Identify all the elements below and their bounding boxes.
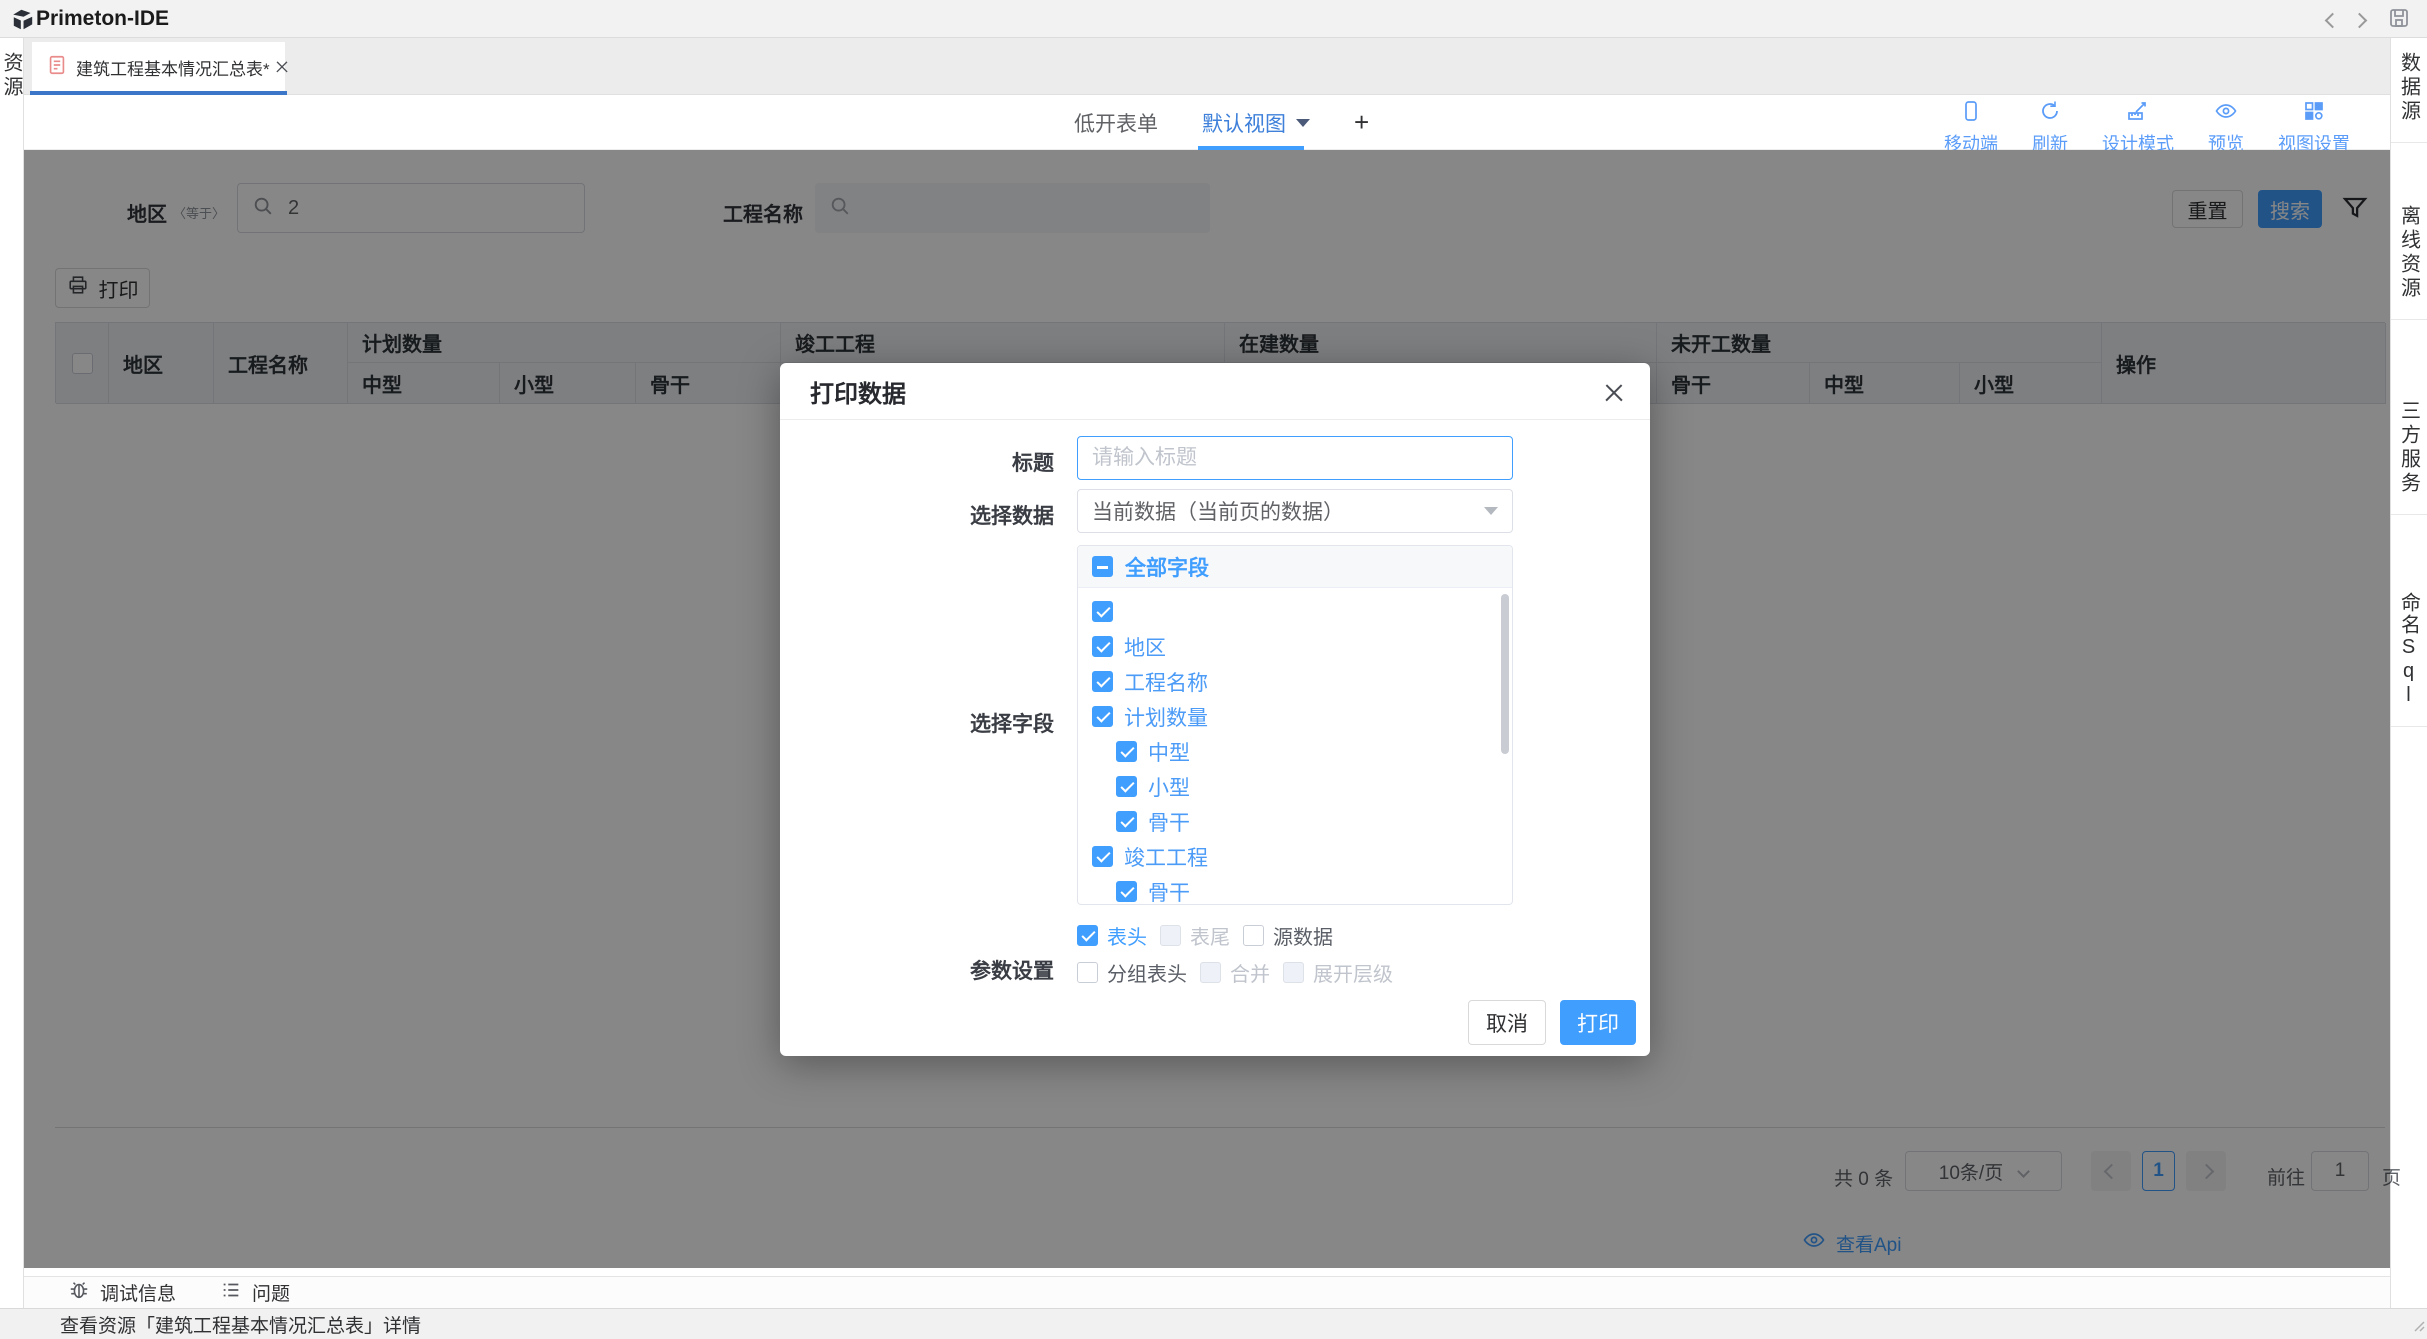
select-caret-icon xyxy=(1484,507,1498,515)
data-select-value: 当前数据（当前页的数据） xyxy=(1092,496,1344,526)
title-input[interactable] xyxy=(1077,436,1513,480)
window-nav xyxy=(2327,6,2411,35)
rail-item-third-party-services[interactable]: 三方服务 xyxy=(2391,386,2427,515)
field-checkbox[interactable] xyxy=(1116,776,1137,797)
mobile-icon xyxy=(1959,99,1983,128)
list-icon xyxy=(220,1279,242,1307)
app-logo-icon xyxy=(10,7,36,38)
data-select-label: 选择数据 xyxy=(894,500,1054,530)
dialog-close-icon[interactable] xyxy=(1602,381,1626,405)
bottom-panel-bar: 调试信息 问题 xyxy=(24,1276,2390,1308)
field-item[interactable]: 小型 xyxy=(1078,769,1512,804)
params-label: 参数设置 xyxy=(894,955,1054,985)
app-window: Primeton-IDE 建筑工程基本情况汇总表* 低开表单 默认视图 xyxy=(0,0,2427,1339)
param-source-data[interactable]: 源数据 xyxy=(1243,921,1333,950)
save-icon[interactable] xyxy=(2387,6,2411,35)
report-doc-icon xyxy=(46,54,68,81)
nav-back-icon[interactable] xyxy=(2325,13,2341,29)
param-merge[interactable]: 合并 xyxy=(1200,958,1270,987)
params-row-1: 表头 表尾 源数据 xyxy=(1077,921,1333,950)
title-bar: Primeton-IDE xyxy=(0,0,2427,38)
field-item[interactable]: 骨干 xyxy=(1078,874,1512,909)
field-item[interactable]: 计划数量 xyxy=(1078,699,1512,734)
all-fields-checkbox[interactable] xyxy=(1092,556,1113,577)
right-rail: 数据源 离线资源 三方服务 命名Sql xyxy=(2390,38,2427,1308)
left-rail: 资源 xyxy=(0,38,24,1308)
field-checkbox[interactable] xyxy=(1116,811,1137,832)
view-tab-underline xyxy=(1198,146,1304,150)
print-data-dialog: 打印数据 标题 选择数据 当前数据（当前页的数据） 选择字段 全部字段 地区 工… xyxy=(780,363,1650,1056)
param-footer[interactable]: 表尾 xyxy=(1160,921,1230,950)
confirm-print-button[interactable]: 打印 xyxy=(1560,1000,1636,1045)
view-tab-lowcode-form[interactable]: 低开表单 xyxy=(1074,108,1158,138)
params-row-2: 分组表头 合并 展开层级 xyxy=(1077,958,1393,987)
param-checkbox[interactable] xyxy=(1077,962,1098,983)
status-text: 查看资源「建筑工程基本情况汇总表」详情 xyxy=(60,1311,421,1338)
param-checkbox[interactable] xyxy=(1200,962,1221,983)
rail-item-named-sql[interactable]: 命名Sql xyxy=(2391,578,2427,727)
view-tab-caret-icon xyxy=(1296,119,1310,127)
fields-label: 选择字段 xyxy=(894,708,1054,738)
view-settings-icon xyxy=(2302,99,2326,128)
param-header[interactable]: 表头 xyxy=(1077,921,1147,950)
field-checkbox[interactable] xyxy=(1116,741,1137,762)
debug-info-tab[interactable]: 调试信息 xyxy=(68,1279,176,1307)
status-bar: 查看资源「建筑工程基本情况汇总表」详情 xyxy=(0,1308,2427,1339)
mobile-button[interactable]: 移动端 xyxy=(1944,99,1998,156)
param-expand-levels[interactable]: 展开层级 xyxy=(1283,958,1393,987)
design-mode-button[interactable]: 设计模式 xyxy=(2102,99,2174,156)
doc-tab-label: 建筑工程基本情况汇总表* xyxy=(76,55,270,80)
nav-forward-icon[interactable] xyxy=(2352,13,2368,29)
field-item[interactable] xyxy=(1078,594,1512,629)
param-checkbox[interactable] xyxy=(1283,962,1304,983)
field-checkbox[interactable] xyxy=(1116,881,1137,902)
title-field-label: 标题 xyxy=(894,447,1054,477)
app-title: Primeton-IDE xyxy=(36,7,169,31)
param-group-header[interactable]: 分组表头 xyxy=(1077,958,1187,987)
design-mode-icon xyxy=(2126,99,2150,128)
field-checkbox[interactable] xyxy=(1092,706,1113,727)
param-checkbox[interactable] xyxy=(1077,925,1098,946)
view-tab-default-view[interactable]: 默认视图 xyxy=(1202,108,1310,138)
field-item[interactable]: 工程名称 xyxy=(1078,664,1512,699)
field-item[interactable]: 中型 xyxy=(1078,734,1512,769)
field-item[interactable]: 地区 xyxy=(1078,629,1512,664)
dialog-header: 打印数据 xyxy=(780,363,1650,420)
rail-item-resources[interactable]: 资源 xyxy=(0,38,23,118)
preview-button[interactable]: 预览 xyxy=(2208,99,2244,156)
view-settings-button[interactable]: 视图设置 xyxy=(2278,99,2350,156)
data-select[interactable]: 当前数据（当前页的数据） xyxy=(1077,489,1513,533)
refresh-icon xyxy=(2038,99,2062,128)
field-tree-scrollbar[interactable] xyxy=(1501,594,1509,754)
doc-tab-active[interactable]: 建筑工程基本情况汇总表* xyxy=(32,42,285,92)
refresh-button[interactable]: 刷新 xyxy=(2032,99,2068,156)
document-tab-strip: 建筑工程基本情况汇总表* xyxy=(24,38,2390,95)
field-checkbox[interactable] xyxy=(1092,601,1113,622)
title-input-field[interactable] xyxy=(1092,446,1498,470)
field-checkbox[interactable] xyxy=(1092,671,1113,692)
field-item[interactable]: 骨干 xyxy=(1078,804,1512,839)
field-checkbox[interactable] xyxy=(1092,636,1113,657)
problems-tab[interactable]: 问题 xyxy=(220,1279,290,1307)
dialog-title: 打印数据 xyxy=(810,374,906,409)
all-fields-label: 全部字段 xyxy=(1125,552,1209,582)
param-checkbox[interactable] xyxy=(1243,925,1264,946)
add-view-tab-button[interactable]: + xyxy=(1354,107,1369,138)
field-item[interactable]: 竣工工程 xyxy=(1078,839,1512,874)
field-tree-header[interactable]: 全部字段 xyxy=(1078,546,1512,588)
field-tree: 全部字段 地区 工程名称 计划数量 中型 小型 骨干 竣工工程 骨干 xyxy=(1077,545,1513,905)
param-checkbox[interactable] xyxy=(1160,925,1181,946)
view-toolbar: 低开表单 默认视图 + 移动端 刷新 设计模式 预览 xyxy=(24,95,2390,150)
rail-item-data-source[interactable]: 数据源 xyxy=(2391,38,2427,143)
bug-icon xyxy=(68,1279,90,1307)
preview-icon xyxy=(2214,99,2238,128)
cancel-button[interactable]: 取消 xyxy=(1468,1000,1546,1045)
field-checkbox[interactable] xyxy=(1092,846,1113,867)
resize-grip-icon[interactable] xyxy=(2409,1316,2425,1337)
rail-item-offline-resources[interactable]: 离线资源 xyxy=(2391,191,2427,320)
